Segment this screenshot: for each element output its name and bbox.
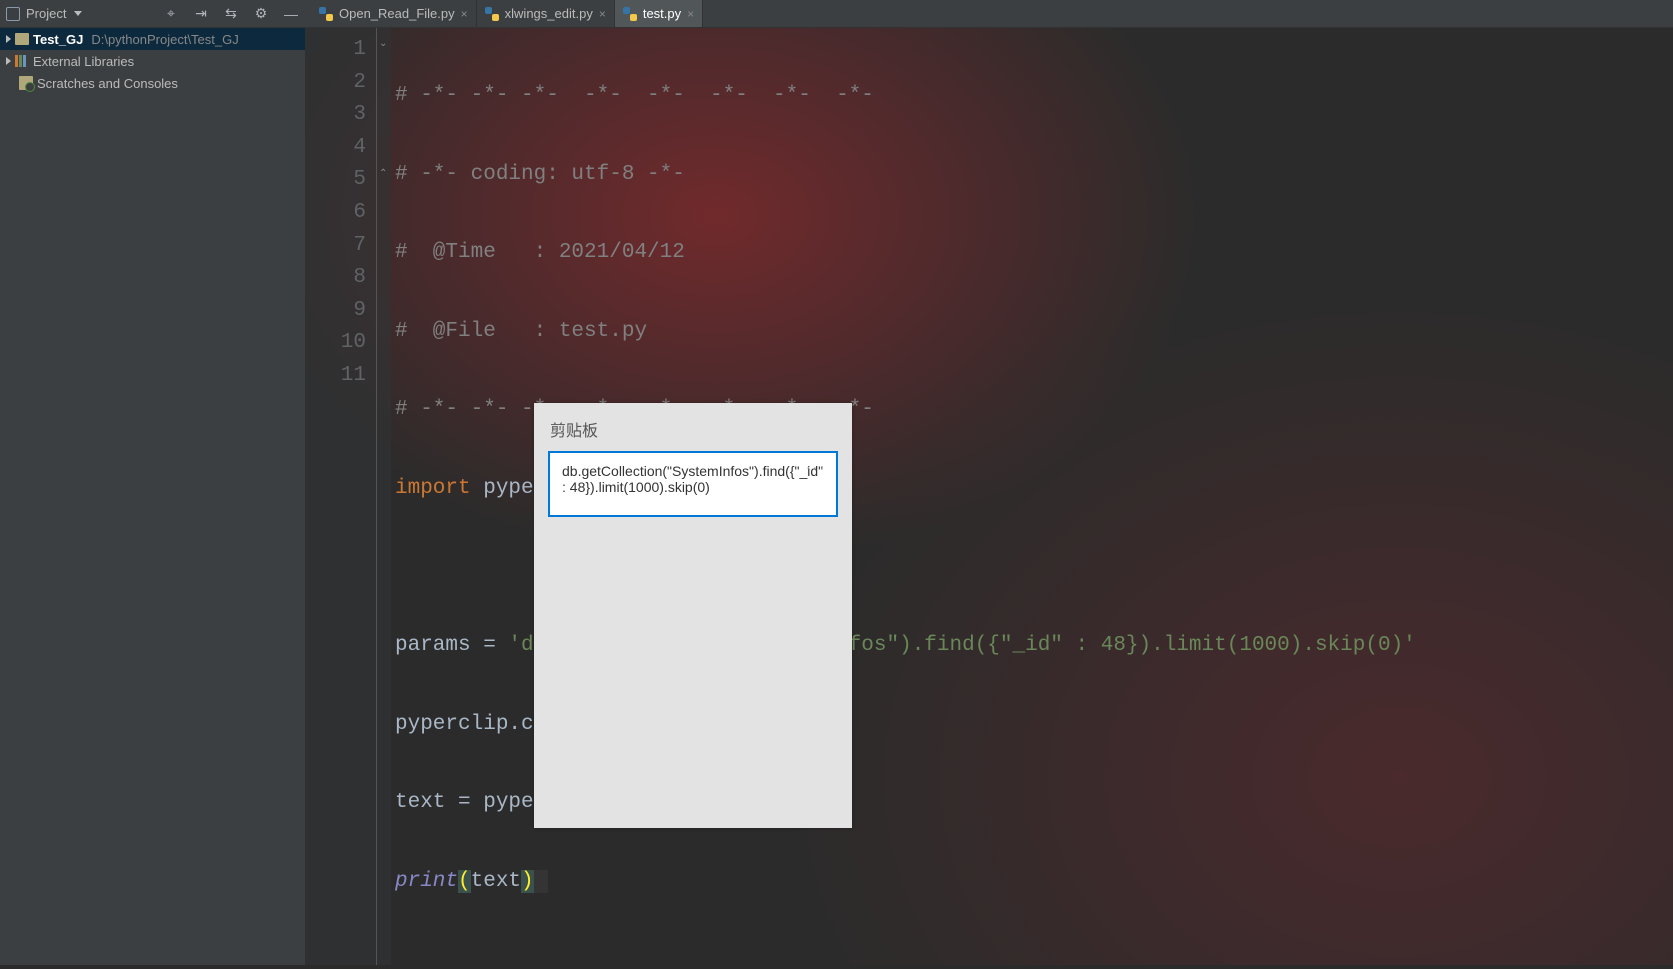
code-line: # -*- coding: utf-8 -*- [395, 159, 1673, 192]
python-file-icon [319, 7, 333, 21]
python-file-icon [485, 7, 499, 21]
tree-label: Scratches and Consoles [37, 76, 178, 91]
project-title: Project [26, 6, 66, 21]
code-line: print(text) [395, 866, 1673, 899]
close-icon[interactable]: × [461, 7, 468, 21]
fold-end-icon[interactable]: ⌃ [379, 168, 389, 178]
project-window-icon [6, 7, 20, 21]
clipboard-item[interactable]: ··· db.getCollection("SystemInfos").find… [548, 451, 838, 517]
tab-label: xlwings_edit.py [505, 6, 593, 21]
code-line: # @Time : 2021/04/12 [395, 237, 1673, 270]
code-line: # @File : test.py [395, 316, 1673, 349]
tab-label: Open_Read_File.py [339, 6, 455, 21]
project-tree: Test_GJ D:\pythonProject\Test_GJ Externa… [0, 28, 305, 965]
tab-open-read-file[interactable]: Open_Read_File.py × [311, 0, 477, 27]
fold-gutter: ⌄ ⌃ [377, 28, 391, 965]
python-file-icon [623, 7, 637, 21]
tree-project-name: Test_GJ [33, 32, 83, 47]
chevron-right-icon[interactable] [6, 57, 11, 65]
editor-tabs: Open_Read_File.py × xlwings_edit.py × te… [305, 0, 1673, 27]
expand-icon[interactable]: ⇥ [193, 6, 209, 22]
scratches-icon [19, 76, 33, 90]
tree-scratches[interactable]: Scratches and Consoles [0, 72, 305, 94]
tab-test[interactable]: test.py × [615, 0, 703, 27]
clipboard-popup: 剪贴板 ··· db.getCollection("SystemInfos").… [534, 403, 852, 828]
item-menu-icon[interactable]: ··· [806, 459, 826, 475]
close-icon[interactable]: × [687, 7, 694, 21]
tree-project-path: D:\pythonProject\Test_GJ [91, 32, 238, 47]
libraries-icon [15, 55, 29, 67]
fold-start-icon[interactable]: ⌄ [379, 38, 389, 48]
locate-icon[interactable]: ⌖ [163, 6, 179, 22]
tab-label: test.py [643, 6, 681, 21]
line-number-gutter: 123456 7891011 [305, 28, 377, 965]
filter-icon[interactable]: ⇆ [223, 6, 239, 22]
top-bar: Project ⌖ ⇥ ⇆ ⚙ — Open_Read_File.py × xl… [0, 0, 1673, 28]
close-icon[interactable]: × [599, 7, 606, 21]
project-header-actions: ⌖ ⇥ ⇆ ⚙ — [163, 6, 299, 22]
code-editor[interactable]: 123456 7891011 ⌄ ⌃ # -*- -*- -*- -*- -*-… [305, 28, 1673, 965]
clipboard-popup-title: 剪贴板 [534, 403, 852, 451]
clipboard-item-text: db.getCollection("SystemInfos").find({"_… [562, 463, 823, 495]
folder-icon [15, 33, 29, 45]
project-tool-header[interactable]: Project ⌖ ⇥ ⇆ ⚙ — [0, 0, 305, 27]
chevron-right-icon[interactable] [6, 35, 11, 43]
tree-external-libraries[interactable]: External Libraries [0, 50, 305, 72]
project-dropdown-icon[interactable] [74, 11, 82, 16]
gear-icon[interactable]: ⚙ [253, 6, 269, 22]
hide-icon[interactable]: — [283, 6, 299, 22]
code-line: # -*- -*- -*- -*- -*- -*- -*- -*- [395, 80, 1673, 113]
tree-project-root[interactable]: Test_GJ D:\pythonProject\Test_GJ [0, 28, 305, 50]
tree-label: External Libraries [33, 54, 134, 69]
tab-xlwings-edit[interactable]: xlwings_edit.py × [477, 0, 615, 27]
